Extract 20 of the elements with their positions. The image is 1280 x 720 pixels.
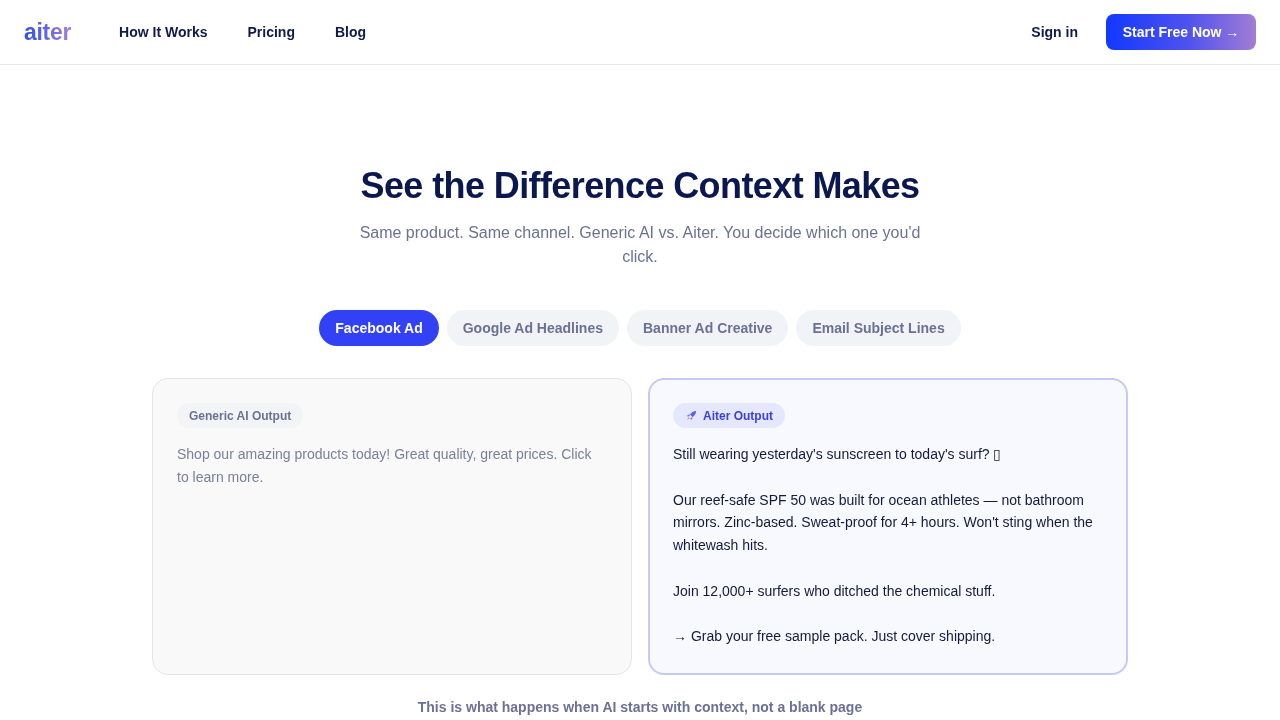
nav-link[interactable]: How It Works <box>119 24 208 40</box>
section-subtitle: Same product. Same channel. Generic AI vs. Aiter. You decide which one you'd click. <box>358 223 922 267</box>
sign-in-link[interactable]: Sign in <box>1031 24 1078 40</box>
rocket-icon <box>686 410 697 421</box>
ad-copy-paragraph: Still wearing yesterday's sunscreen to today's surf? ▯ <box>673 445 1003 464</box>
start-free-button[interactable]: Start Free Now → <box>1106 14 1256 50</box>
ad-copy-paragraph: → Grab your free sample pack. Just cover shipping. <box>673 627 997 646</box>
ad-copy-paragraph: Shop our amazing products today! Great quality, great prices. Click to learn more. <box>177 445 593 487</box>
ad-type-tab[interactable]: Banner Ad Creative <box>627 310 789 346</box>
badge-label: Generic AI Output <box>189 408 292 423</box>
section-heading: See the Difference Context Makes <box>360 164 920 208</box>
ad-type-tab[interactable]: Email Subject Lines <box>796 310 961 346</box>
badge-label: Aiter Output <box>703 408 773 423</box>
nav-link[interactable]: Pricing <box>247 24 295 40</box>
ad-type-tab[interactable]: Facebook Ad <box>319 310 439 346</box>
ad-copy-paragraph: Our reef-safe SPF 50 was built for ocean athletes — not bathroom mirrors. Zinc-based. Sweat-proof for 4+ hours. Won't sting when the whitewash hits. <box>673 490 1094 555</box>
ad-type-tab[interactable]: Google Ad Headlines <box>446 310 619 346</box>
nav-link[interactable]: Blog <box>335 24 367 40</box>
ad-copy-paragraph: Join 12,000+ surfers who ditched the chemical stuff. <box>673 581 997 601</box>
footnote-text: This is what happens when AI starts with context, not a blank page <box>417 698 863 717</box>
